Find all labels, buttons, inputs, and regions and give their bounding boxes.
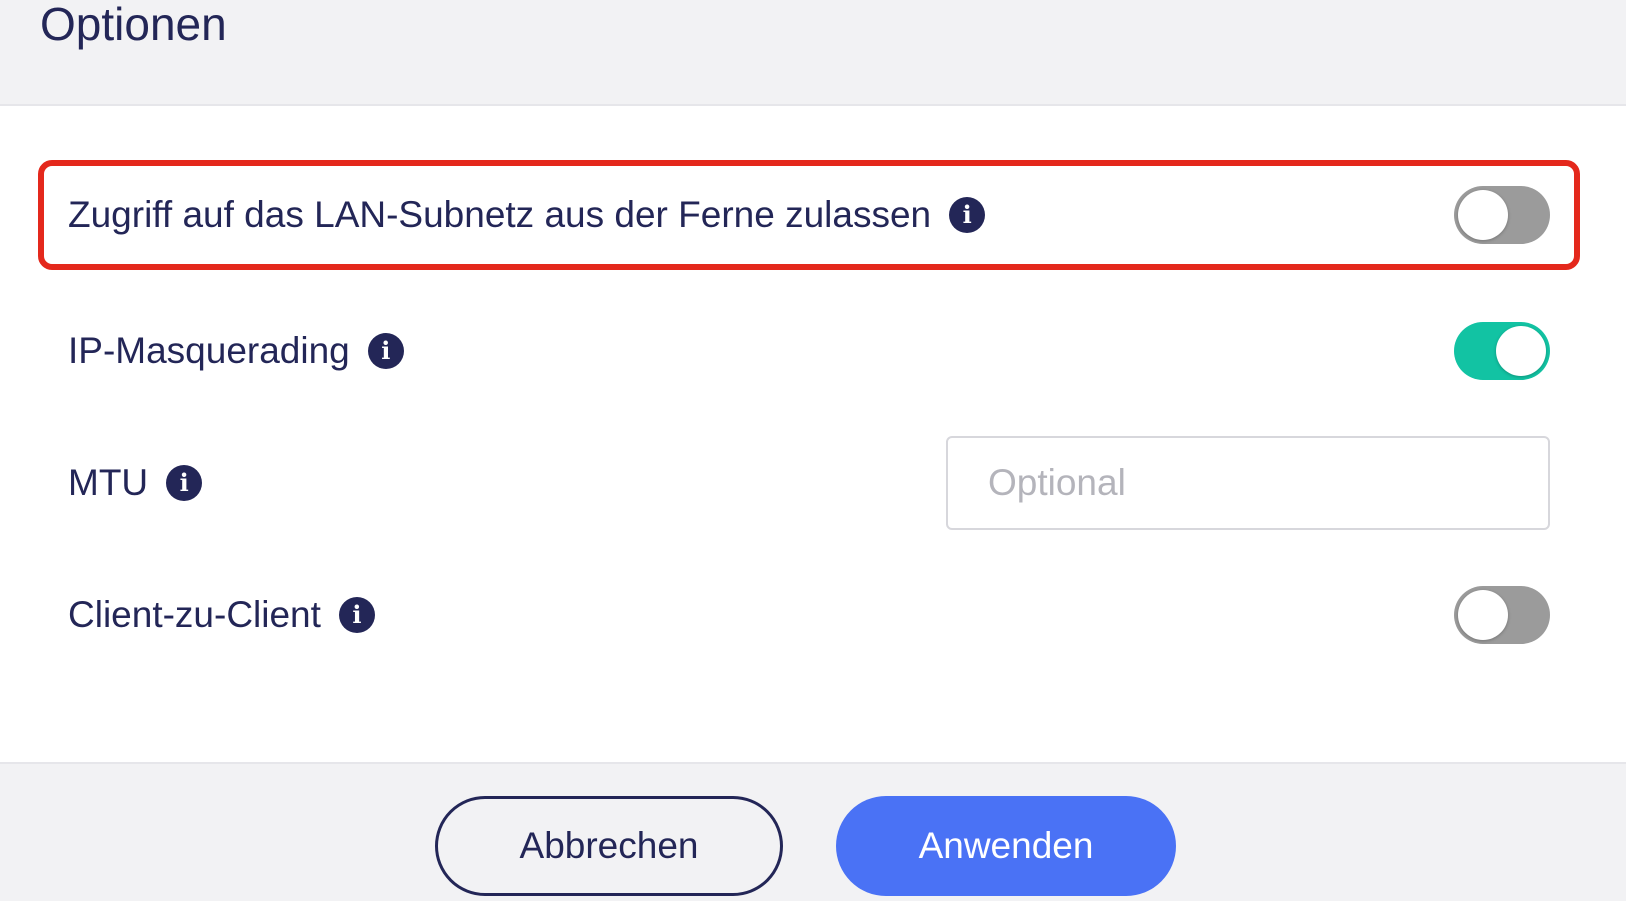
option-label-mtu: MTU [68, 462, 149, 503]
option-label-group: MTU i [68, 462, 203, 504]
info-icon[interactable]: i [166, 465, 203, 501]
dialog-header: Optionen [0, 0, 1626, 106]
ip-masquerading-toggle[interactable] [1454, 322, 1550, 380]
option-label-group: Zugriff auf das LAN-Subnetz aus der Fern… [68, 194, 986, 236]
option-row-lan-subnet-access: Zugriff auf das LAN-Subnetz aus der Fern… [38, 160, 1580, 270]
option-row-mtu: MTU i [38, 428, 1580, 538]
apply-button[interactable]: Anwenden [836, 796, 1176, 896]
dialog-title: Optionen [40, 0, 227, 50]
option-label-ip-masquerading: IP-Masquerading [68, 330, 350, 371]
cancel-button[interactable]: Abbrechen [435, 796, 783, 896]
client-to-client-toggle[interactable] [1454, 586, 1550, 644]
option-label-group: IP-Masquerading i [68, 330, 404, 372]
option-label-client-to-client: Client-zu-Client [68, 594, 321, 635]
lan-subnet-access-toggle[interactable] [1454, 186, 1550, 244]
dialog-footer: Abbrechen Anwenden [0, 762, 1626, 901]
toggle-knob [1458, 590, 1508, 640]
dialog-body: Zugriff auf das LAN-Subnetz aus der Fern… [0, 106, 1626, 762]
option-label-lan-subnet-access: Zugriff auf das LAN-Subnetz aus der Fern… [68, 194, 932, 235]
mtu-input[interactable] [946, 436, 1550, 530]
option-label-group: Client-zu-Client i [68, 594, 375, 636]
info-icon[interactable]: i [338, 597, 375, 633]
toggle-knob [1496, 326, 1546, 376]
option-row-client-to-client: Client-zu-Client i [38, 560, 1580, 670]
toggle-knob [1458, 190, 1508, 240]
option-row-ip-masquerading: IP-Masquerading i [38, 296, 1580, 406]
info-icon[interactable]: i [367, 333, 404, 369]
info-icon[interactable]: i [949, 197, 986, 233]
options-dialog: Optionen Zugriff auf das LAN-Subnetz aus… [0, 0, 1626, 901]
